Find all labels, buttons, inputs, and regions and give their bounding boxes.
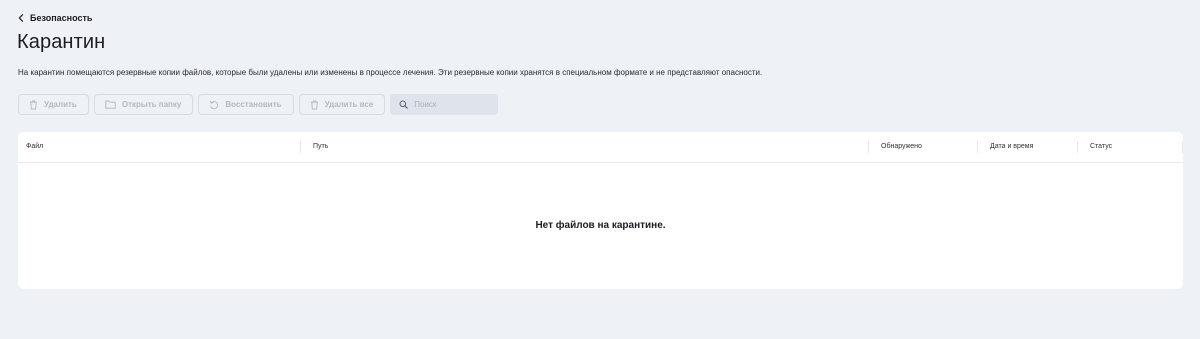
- search-input[interactable]: [414, 100, 487, 109]
- quarantine-table: Файл Путь Обнаружено Дата и время Статус…: [18, 132, 1183, 289]
- column-header-detected[interactable]: Обнаружено: [869, 132, 978, 162]
- restore-button[interactable]: Восстановить: [198, 94, 294, 115]
- page-description: На карантин помещаются резервные копии ф…: [18, 68, 763, 77]
- empty-state-message: Нет файлов на карантине.: [535, 220, 666, 231]
- open-folder-button[interactable]: Открыть папку: [93, 94, 194, 115]
- delete-all-button-label: Удалить все: [324, 100, 374, 109]
- column-header-status[interactable]: Статус: [1078, 132, 1183, 162]
- column-header-file[interactable]: Файл: [18, 132, 301, 162]
- open-folder-button-label: Открыть папку: [121, 100, 182, 109]
- delete-all-button[interactable]: Удалить все: [298, 94, 386, 115]
- delete-button-label: Удалить: [44, 100, 77, 109]
- page-title: Карантин: [17, 31, 106, 53]
- trash-icon: [29, 100, 38, 110]
- search-icon: [399, 96, 408, 114]
- search-box[interactable]: [390, 94, 499, 115]
- chevron-left-icon: [18, 14, 24, 22]
- column-header-path[interactable]: Путь: [301, 132, 869, 162]
- restore-button-label: Восстановить: [225, 100, 282, 109]
- delete-button[interactable]: Удалить: [18, 94, 89, 115]
- breadcrumb-back[interactable]: Безопасность: [18, 11, 92, 25]
- restore-icon: [209, 100, 219, 110]
- table-header: Файл Путь Обнаружено Дата и время Статус: [18, 132, 1183, 163]
- column-header-datetime[interactable]: Дата и время: [978, 132, 1078, 162]
- breadcrumb-label: Безопасность: [30, 13, 93, 23]
- toolbar: Удалить Открыть папку Восстановить Удали…: [18, 94, 499, 115]
- folder-icon: [105, 100, 116, 109]
- trash-icon: [310, 100, 319, 110]
